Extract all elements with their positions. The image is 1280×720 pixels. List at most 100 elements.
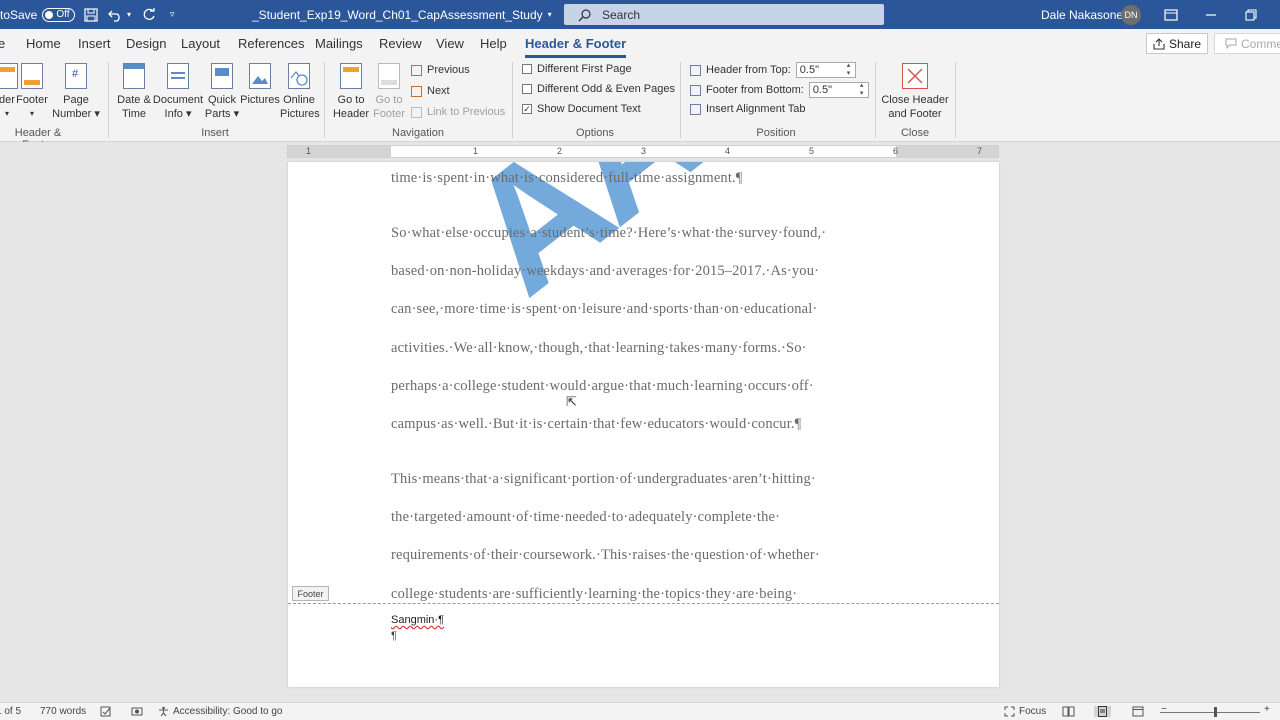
tab-home[interactable]: Home: [26, 36, 61, 51]
date-time-button[interactable]: Date & Time: [114, 60, 154, 121]
print-layout-icon[interactable]: [1094, 706, 1111, 717]
search-box[interactable]: Search: [564, 4, 884, 25]
accessibility-status[interactable]: Accessibility: Good to go: [158, 706, 283, 717]
body-line[interactable]: based·on·non-holiday·weekdays·and·averag…: [391, 263, 819, 280]
document-title[interactable]: _Student_Exp19_Word_Ch01_CapAssessment_S…: [252, 0, 552, 29]
different-odd-even-checkbox[interactable]: [522, 84, 532, 94]
zoom-in-icon[interactable]: +: [1264, 704, 1270, 715]
group-separator: [108, 62, 109, 138]
zoom-slider-thumb[interactable]: [1214, 707, 1217, 717]
tab-references[interactable]: References: [238, 36, 304, 51]
body-line[interactable]: time·is·spent·in·what·is·considered·full…: [391, 170, 743, 187]
previous-button[interactable]: Previous: [411, 64, 470, 76]
body-line[interactable]: the·targeted·amount·of·time·needed·to·ad…: [391, 509, 780, 526]
document-title-text: _Student_Exp19_Word_Ch01_CapAssessment_S…: [252, 7, 543, 22]
header-from-top-control[interactable]: Header from Top: 0.5": [690, 62, 856, 78]
page-count[interactable]: 1 of 5: [0, 706, 21, 717]
quick-parts-button[interactable]: Quick Parts ▾: [202, 60, 242, 121]
zoom-out-icon[interactable]: −: [1161, 704, 1167, 715]
body-line[interactable]: activities.·We·all·know,·though,·that·le…: [391, 340, 807, 357]
title-dropdown-icon: ▾: [547, 10, 552, 19]
document-page[interactable]: AA! time·is·spent·in·what·is·considered·…: [288, 162, 999, 687]
tab-design[interactable]: Design: [126, 36, 166, 51]
ribbon: der ▾ Footer ▾ # Page Number ▾ Header & …: [0, 58, 1280, 151]
go-to-header-button[interactable]: Go to Header: [332, 60, 370, 121]
body-line[interactable]: This·means·that·a·significant·portion·of…: [391, 471, 816, 488]
footer-button[interactable]: Footer ▾: [14, 60, 50, 121]
insert-alignment-tab-label: Insert Alignment Tab: [706, 103, 806, 115]
avatar: DN: [1121, 4, 1141, 25]
tab-mailings[interactable]: Mailings: [315, 36, 363, 51]
body-line[interactable]: college·students·are·sufficiently·learni…: [391, 586, 797, 603]
body-line[interactable]: perhaps·a·college·student·would·argue·th…: [391, 378, 814, 395]
redo-icon[interactable]: [142, 0, 156, 29]
header-from-top-input[interactable]: 0.5": [795, 62, 856, 78]
proofing-icon[interactable]: [100, 706, 112, 717]
show-document-text-checkbox[interactable]: ✓: [522, 104, 532, 114]
document-info-button[interactable]: Document Info ▾: [152, 60, 204, 121]
online-pictures-button[interactable]: Online Pictures: [280, 60, 320, 121]
zoom-slider-track[interactable]: [1160, 712, 1260, 713]
group-separator: [324, 62, 325, 138]
autosave-control[interactable]: toSave Off: [0, 0, 76, 29]
group-separator: [512, 62, 513, 138]
different-odd-even-option[interactable]: Different Odd & Even Pages: [522, 83, 675, 95]
body-line[interactable]: can·see,·more·time·is·spent·on·leisure·a…: [391, 301, 817, 318]
read-mode-icon[interactable]: [1062, 706, 1075, 717]
macro-recording-icon[interactable]: [131, 706, 143, 717]
save-icon[interactable]: [84, 0, 98, 29]
focus-button[interactable]: Focus: [1004, 706, 1046, 717]
undo-dropdown-icon[interactable]: ▾: [127, 0, 131, 29]
group-separator: [680, 62, 681, 138]
link-icon: [411, 106, 422, 118]
user-avatar[interactable]: DN: [1121, 0, 1141, 29]
go-to-footer-button[interactable]: Go to Footer: [370, 60, 408, 121]
undo-icon[interactable]: [108, 0, 122, 29]
word-count[interactable]: 770 words: [40, 706, 86, 717]
user-name[interactable]: Dale Nakasone: [1041, 0, 1123, 29]
ruler-number: 5: [809, 146, 815, 156]
footer-text[interactable]: Sangmin·¶: [391, 614, 444, 626]
different-first-page-option[interactable]: Different First Page: [522, 63, 632, 75]
toggle-knob-icon: [45, 10, 54, 19]
show-document-text-option[interactable]: ✓ Show Document Text: [522, 103, 641, 115]
body-line[interactable]: campus·as·well.·But·it·is·certain·that·f…: [391, 416, 801, 433]
comments-button[interactable]: Commen: [1214, 33, 1280, 54]
ribbon-display-options-icon[interactable]: [1164, 0, 1178, 29]
tab-insert[interactable]: Insert: [78, 36, 111, 51]
close-header-footer-button[interactable]: Close Header and Footer: [880, 60, 950, 121]
footer-from-bottom-input[interactable]: 0.5": [808, 82, 869, 98]
document-info-label-1: Document: [152, 94, 204, 106]
tab-header-footer[interactable]: Header & Footer: [525, 36, 627, 58]
restore-icon[interactable]: [1245, 0, 1257, 29]
tab-view[interactable]: View: [436, 36, 464, 51]
autosave-toggle[interactable]: Off: [42, 7, 76, 22]
body-line[interactable]: requirements·of·their·coursework.·This·r…: [391, 547, 820, 564]
pictures-button[interactable]: Pictures: [240, 60, 280, 107]
group-label-close: Close: [900, 127, 930, 139]
ruler-number: 3: [641, 146, 647, 156]
share-button[interactable]: Share: [1146, 33, 1208, 54]
customize-toolbar-icon[interactable]: ▿: [170, 0, 175, 29]
accessibility-icon: [159, 706, 168, 717]
next-label: Next: [427, 85, 450, 97]
footer-position-icon: [690, 84, 701, 96]
page-number-button[interactable]: # Page Number ▾: [50, 60, 102, 121]
tab-help[interactable]: Help: [480, 36, 507, 51]
minimize-icon[interactable]: [1205, 0, 1217, 29]
footer-from-bottom-control[interactable]: Footer from Bottom: 0.5": [690, 82, 869, 98]
focus-label: Focus: [1019, 706, 1047, 717]
tab-file[interactable]: e: [0, 36, 5, 51]
web-layout-icon[interactable]: [1132, 706, 1144, 717]
search-placeholder: Search: [602, 7, 641, 22]
tab-review[interactable]: Review: [379, 36, 422, 51]
tab-layout[interactable]: Layout: [181, 36, 220, 51]
horizontal-ruler[interactable]: 1 1 2 3 4 5 6 7: [287, 145, 999, 158]
next-button[interactable]: Next: [411, 85, 450, 97]
body-line[interactable]: So·what·else·occupies·a·student’s·time?·…: [391, 225, 826, 242]
ruler-number: 7: [977, 146, 983, 156]
insert-alignment-tab-button[interactable]: Insert Alignment Tab: [690, 103, 805, 115]
different-first-page-checkbox[interactable]: [522, 64, 532, 74]
close-label-2: and Footer: [888, 108, 942, 120]
link-to-previous-button[interactable]: Link to Previous: [411, 106, 505, 118]
